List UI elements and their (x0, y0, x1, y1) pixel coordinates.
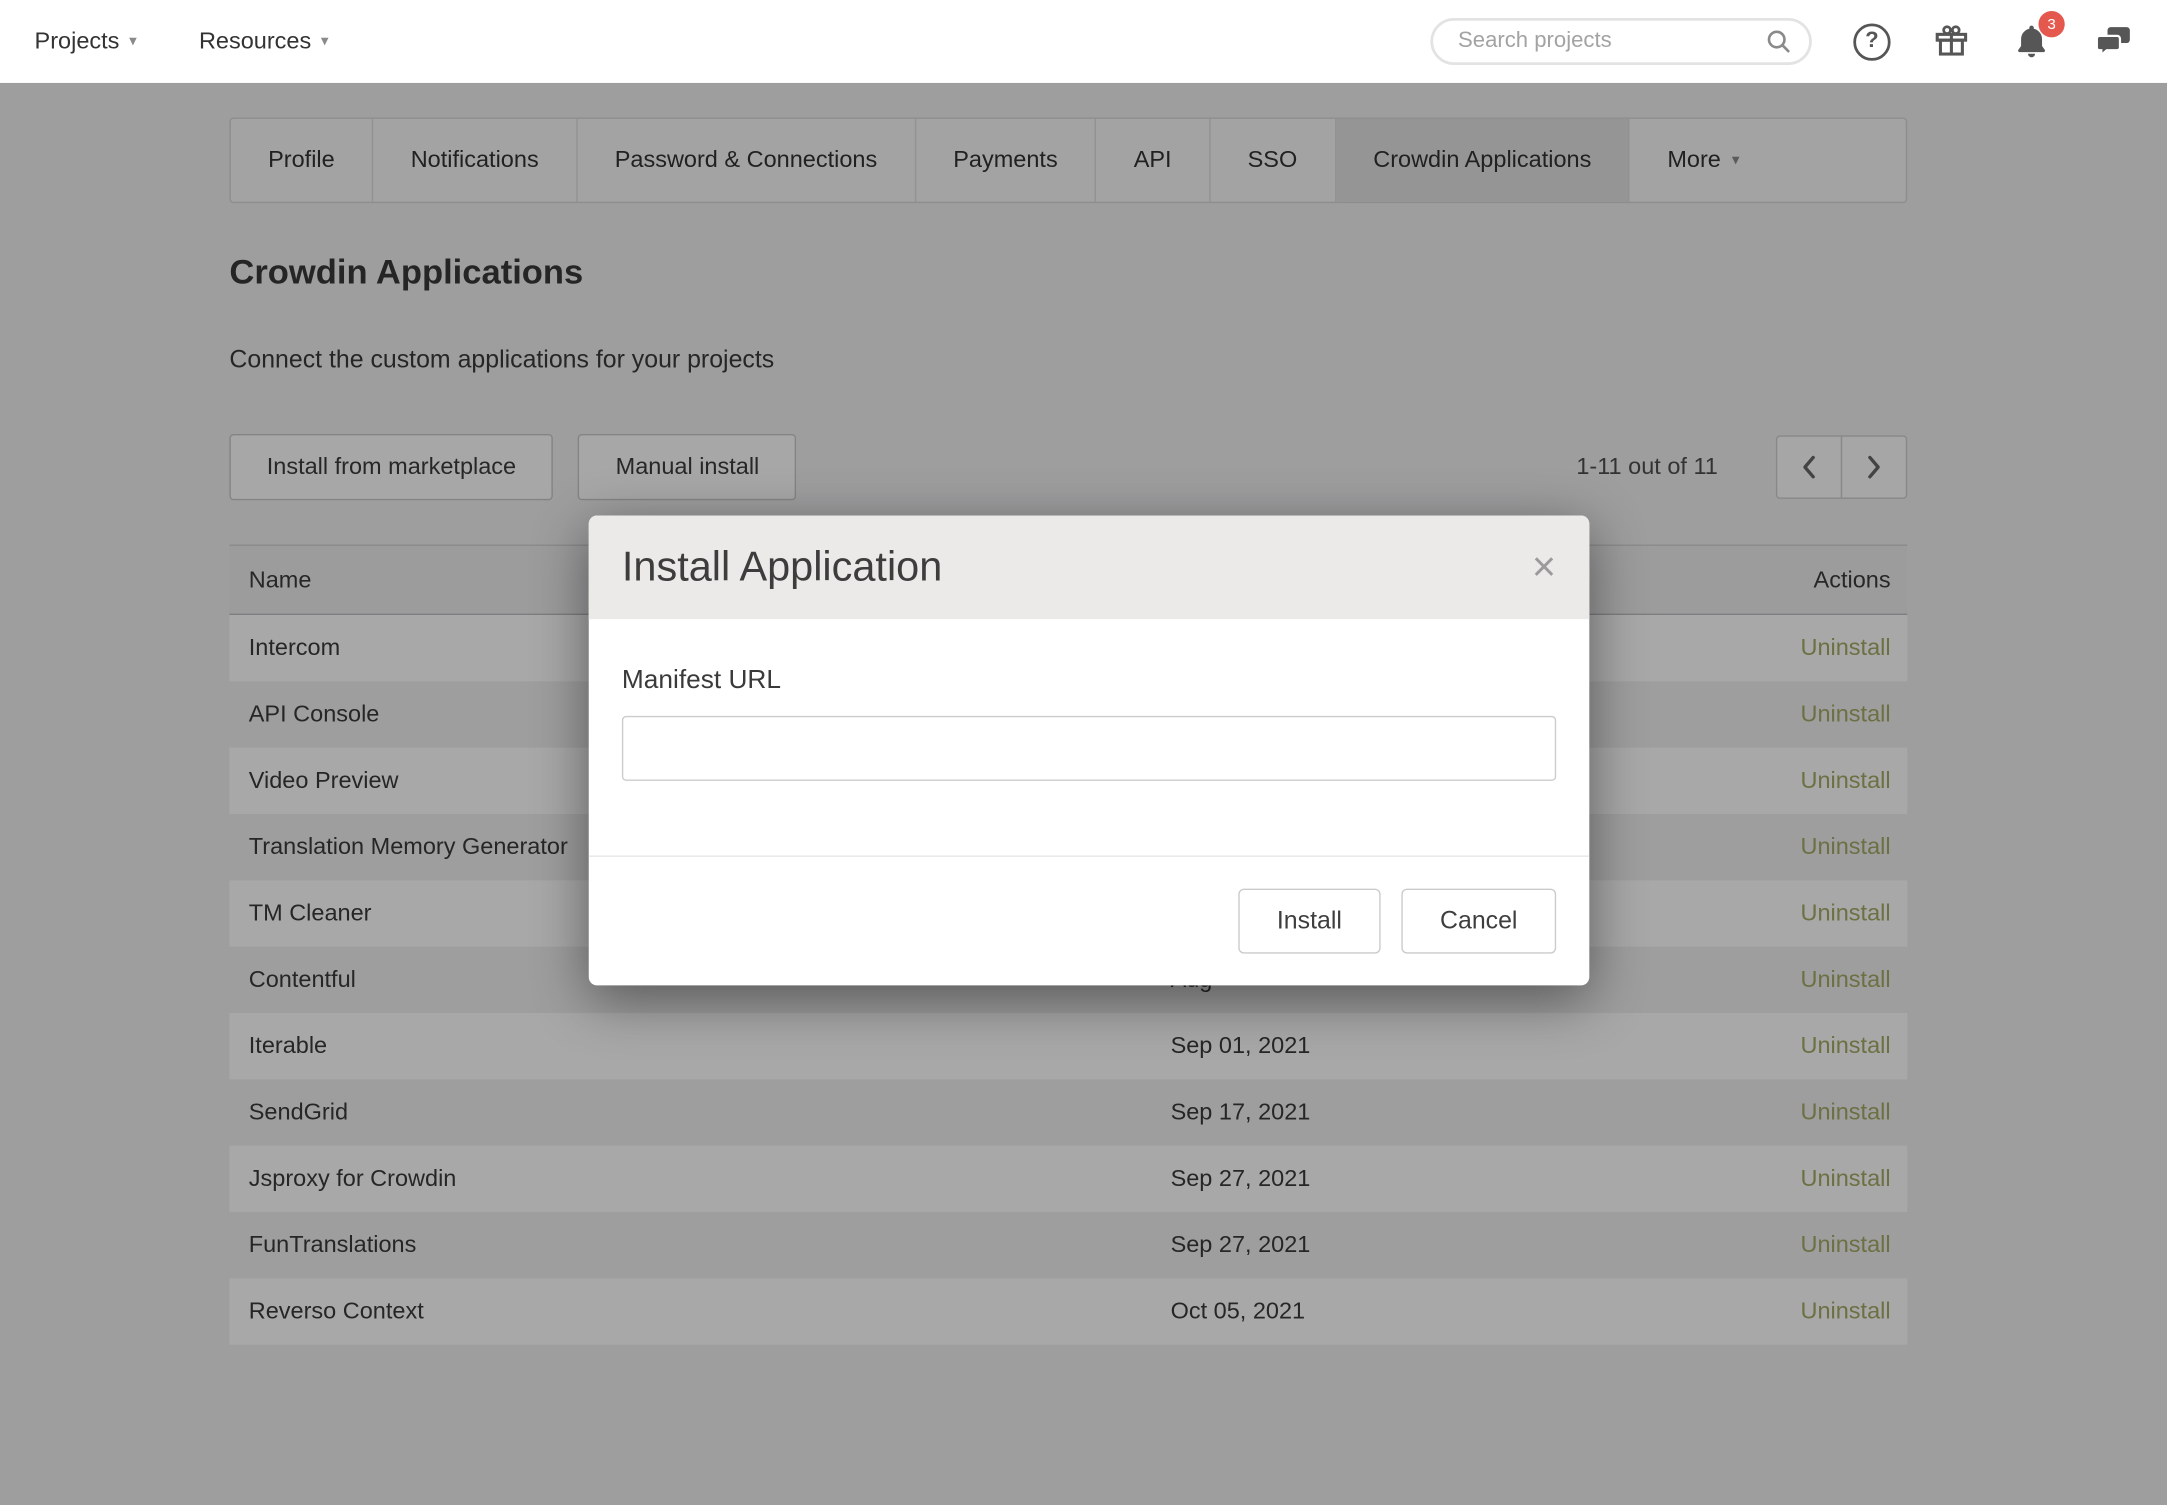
search-input[interactable] (1455, 28, 1765, 56)
chevron-down-icon: ▾ (129, 34, 137, 49)
crowdin-settings-page: ProfileNotificationsPassword & Connectio… (0, 0, 2167, 1505)
chat-icon (2092, 22, 2133, 61)
search-box[interactable] (1430, 18, 1811, 65)
chevron-down-icon: ▾ (321, 34, 329, 49)
notifications-button[interactable]: 3 (2012, 22, 2051, 61)
cancel-button[interactable]: Cancel (1401, 889, 1556, 954)
manifest-url-label: Manifest URL (622, 666, 781, 695)
modal-header: Install Application × (589, 515, 1590, 619)
resources-menu[interactable]: Resources ▾ (199, 28, 329, 56)
gift-icon (1932, 22, 1971, 61)
help-button[interactable]: ? (1853, 23, 1890, 60)
close-icon[interactable]: × (1532, 547, 1556, 588)
projects-menu[interactable]: Projects ▾ (35, 28, 137, 56)
install-button[interactable]: Install (1238, 889, 1380, 954)
messages-button[interactable] (2092, 22, 2133, 61)
manifest-url-input[interactable] (622, 716, 1556, 781)
modal-footer: Install Cancel (589, 855, 1590, 985)
modal-body: Manifest URL (589, 619, 1590, 855)
install-application-modal: Install Application × Manifest URL Insta… (589, 515, 1590, 985)
top-navigation-bar: Projects ▾ Resources ▾ ? (0, 0, 2167, 83)
question-icon: ? (1853, 23, 1890, 60)
topbar-right-group: ? 3 (1430, 18, 2133, 65)
projects-menu-label: Projects (35, 28, 120, 56)
modal-title: Install Application (622, 544, 942, 591)
gift-button[interactable] (1932, 22, 1971, 61)
notification-badge: 3 (2038, 11, 2064, 37)
search-icon (1765, 28, 1793, 56)
resources-menu-label: Resources (199, 28, 311, 56)
